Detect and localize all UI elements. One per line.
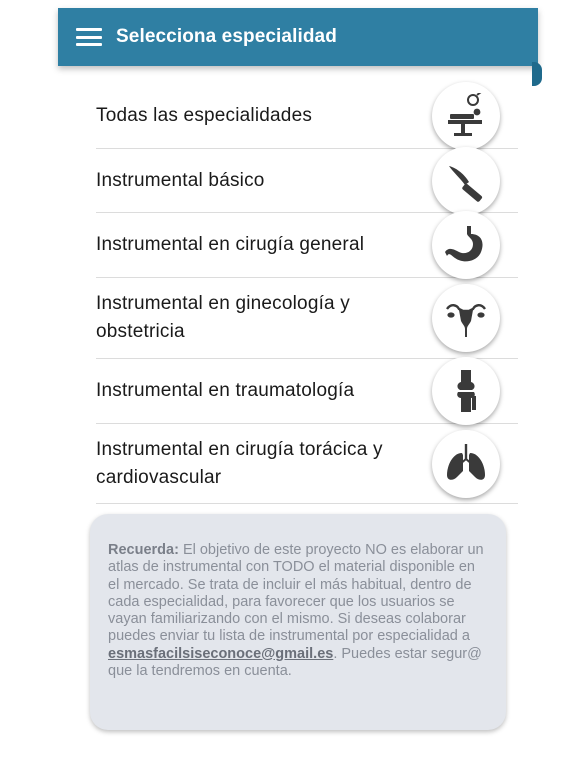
specialty-item-gynecology[interactable]: Instrumental en ginecología y obstetrici… xyxy=(96,278,518,359)
specialty-label: Instrumental en traumatología xyxy=(96,380,355,401)
operating-table-icon xyxy=(432,82,500,150)
contact-email-link[interactable]: esmasfacilsiseconoce@gmail.es xyxy=(108,646,333,662)
hamburger-menu-icon[interactable] xyxy=(76,28,102,46)
knee-joint-icon xyxy=(432,357,500,425)
uterus-icon xyxy=(432,284,500,352)
specialty-item-thoracic[interactable]: Instrumental en cirugía torácica y cardi… xyxy=(96,424,518,504)
lungs-icon xyxy=(432,429,500,498)
specialty-item-all[interactable]: Todas las especialidades xyxy=(96,82,518,150)
specialty-label: Instrumental básico xyxy=(96,169,265,191)
app-header: Selecciona especialidad xyxy=(58,8,538,66)
specialty-label: Instrumental en cirugía torácica y cardi… xyxy=(96,438,383,488)
header-edge-tab xyxy=(532,62,542,86)
specialty-item-traumatology[interactable]: Instrumental en traumatología xyxy=(96,357,518,425)
specialty-item-general-surgery[interactable]: Instrumental en cirugía general xyxy=(96,211,518,279)
note-lead: Recuerda: xyxy=(108,542,179,558)
specialty-item-basic[interactable]: Instrumental básico xyxy=(96,146,518,215)
specialty-label: Todas las especialidades xyxy=(96,105,313,126)
info-note-card: Recuerda: El objetivo de este proyecto N… xyxy=(90,514,506,730)
scalpel-icon xyxy=(432,146,500,215)
specialty-list: Todas las especialidades Instrumental bá… xyxy=(96,82,518,504)
specialty-label: Instrumental en ginecología y obstetrici… xyxy=(96,293,351,342)
stomach-icon xyxy=(432,211,500,279)
page-title: Selecciona especialidad xyxy=(116,26,337,47)
specialty-label: Instrumental en cirugía general xyxy=(96,234,365,255)
